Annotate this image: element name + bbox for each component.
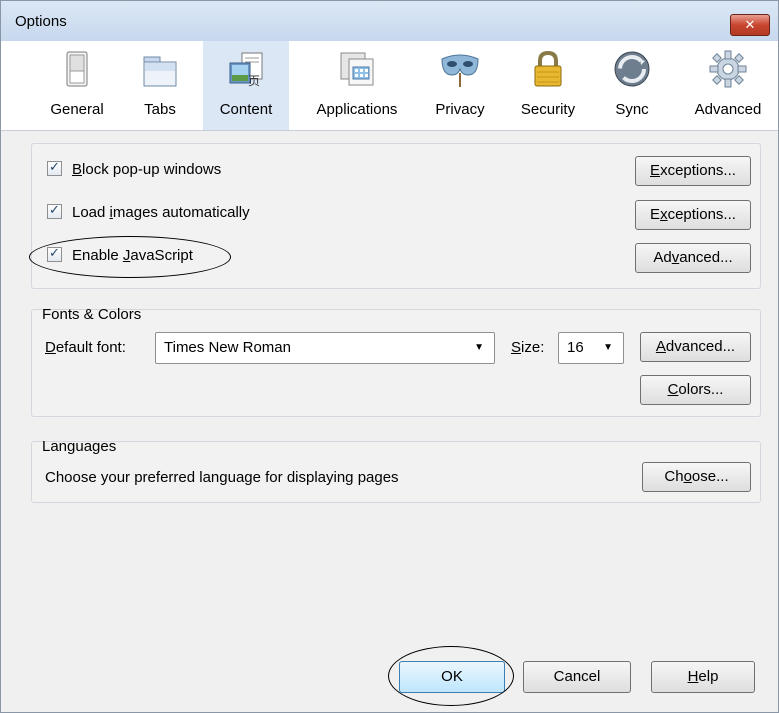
lock-icon — [534, 50, 562, 87]
enable-javascript-row[interactable]: Enable JavaScript — [47, 245, 193, 264]
pane-content[interactable]: 页 Content — [203, 41, 289, 130]
mask-icon — [441, 54, 479, 87]
block-popups-row[interactable]: Block pop-up windows — [47, 159, 222, 178]
pane-privacy[interactable]: Privacy — [421, 41, 499, 130]
default-font-select[interactable]: Times New Roman ▼ — [155, 332, 495, 364]
window-title: Options — [15, 13, 67, 30]
options-dialog: Options ✕ General Tabs 页 Content Applica… — [0, 0, 779, 713]
pane-content-label: Content — [219, 101, 273, 118]
content-icon: 页 — [229, 52, 263, 88]
default-font-label: Default font: — [45, 339, 126, 356]
javascript-advanced-button[interactable]: Advanced... — [635, 243, 751, 273]
languages-description: Choose your preferred language for displ… — [45, 469, 399, 486]
tabs-icon — [143, 56, 177, 87]
sync-icon — [614, 51, 650, 87]
pane-general-label: General — [50, 101, 104, 118]
load-images-label: Load images automatically — [72, 204, 250, 221]
pane-applications[interactable]: Applications — [298, 41, 416, 130]
cancel-button[interactable]: Cancel — [523, 661, 631, 693]
svg-text:页: 页 — [248, 74, 260, 88]
colors-button[interactable]: Colors... — [640, 375, 751, 405]
pane-privacy-label: Privacy — [435, 101, 485, 118]
choose-language-button[interactable]: Choose... — [642, 462, 751, 492]
pane-applications-label: Applications — [316, 101, 398, 118]
pane-advanced[interactable]: Advanced — [681, 41, 775, 130]
popup-exceptions-button[interactable]: Exceptions... — [635, 156, 751, 186]
preferences-toolbar: General Tabs 页 Content Applications Priv… — [1, 41, 778, 131]
load-images-row[interactable]: Load images automatically — [47, 202, 250, 221]
image-exceptions-button[interactable]: Exceptions... — [635, 200, 751, 230]
pane-sync-label: Sync — [615, 101, 649, 118]
fonts-advanced-button[interactable]: Advanced... — [640, 332, 751, 362]
languages-legend: Languages — [42, 438, 117, 455]
pane-security[interactable]: Security — [506, 41, 590, 130]
font-size-value: 16 — [567, 339, 584, 356]
chevron-down-icon: ▼ — [474, 342, 484, 353]
ok-button[interactable]: OK — [399, 661, 505, 693]
title-bar: Options ✕ — [1, 1, 778, 41]
block-popups-checkbox[interactable] — [47, 159, 62, 176]
pane-sync[interactable]: Sync — [596, 41, 668, 130]
pane-advanced-label: Advanced — [694, 101, 762, 118]
close-button[interactable]: ✕ — [730, 14, 770, 36]
fonts-colors-legend: Fonts & Colors — [42, 306, 142, 323]
pane-security-label: Security — [520, 101, 576, 118]
font-size-select[interactable]: 16 ▼ — [558, 332, 624, 364]
pane-general[interactable]: General — [35, 41, 119, 130]
default-font-value: Times New Roman — [164, 339, 291, 356]
size-label: Size: — [511, 339, 545, 356]
help-button[interactable]: Help — [651, 661, 755, 693]
enable-javascript-checkbox[interactable] — [47, 245, 62, 262]
gear-icon — [709, 50, 747, 88]
block-popups-label: Block pop-up windows — [72, 161, 222, 178]
switch-icon — [66, 51, 88, 87]
pane-tabs[interactable]: Tabs — [123, 41, 197, 130]
applications-icon — [340, 52, 374, 86]
chevron-down-icon: ▼ — [603, 342, 613, 353]
load-images-checkbox[interactable] — [47, 202, 62, 219]
pane-tabs-label: Tabs — [144, 101, 176, 118]
enable-javascript-label: Enable JavaScript — [72, 247, 193, 264]
